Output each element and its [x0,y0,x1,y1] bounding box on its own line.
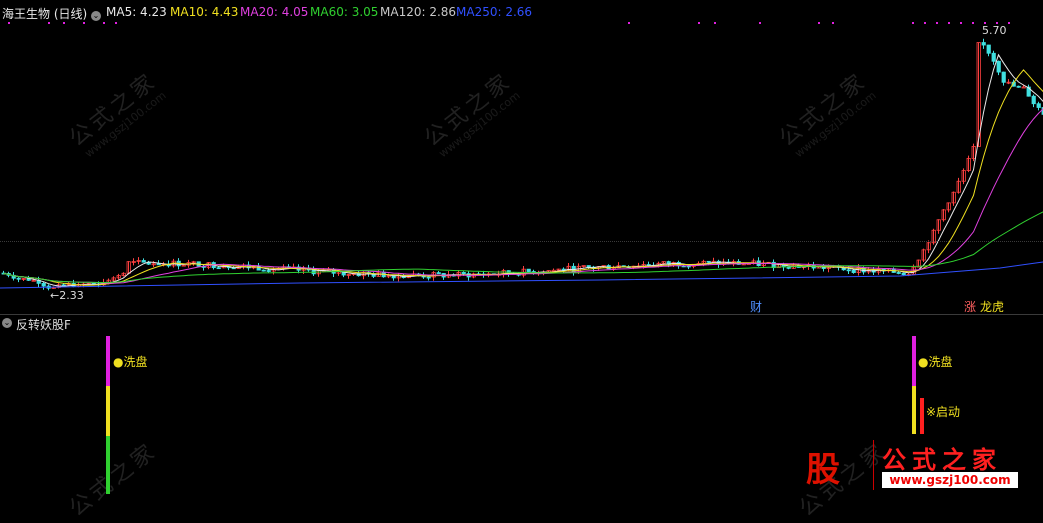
candle-body [157,264,160,265]
candle-body [262,270,265,271]
candle-body [17,278,20,279]
candle-body [707,261,710,262]
panel-divider[interactable] [0,314,1043,315]
candle-body [992,53,995,61]
signal-dot [912,22,914,24]
dragon-tiger-marker[interactable]: 龙虎 [980,298,1004,315]
signal-dot [960,22,962,24]
signal-dot [714,22,716,24]
signal-dot [924,22,926,24]
candle-body [897,272,900,273]
candle-body [1022,87,1025,88]
candle-body [1017,86,1020,87]
signal-dot [1008,22,1010,24]
wash-signal-label: ●洗盘 [113,353,147,370]
candle-body [42,283,45,286]
ma20-line [4,109,1043,284]
signal-bar [912,336,916,386]
ma10-line [4,70,1043,285]
candle-body [462,272,465,273]
signal-dot [972,22,974,24]
candle-body [142,260,145,262]
logo-text: 公式之家 [882,440,1002,475]
candle-body [552,270,555,271]
start-signal-label: ※启动 [926,403,960,420]
signal-dot [698,22,700,24]
site-logo: 股 公式之家 www.gszj100.com [800,436,1043,494]
candle-body [847,270,850,271]
signal-dot [628,22,630,24]
candle-body [437,273,440,274]
candle-body [997,61,1000,72]
signal-dot [63,22,65,24]
signal-dot [759,22,761,24]
ma5-line [4,55,1043,286]
finance-marker[interactable]: 财 [750,298,762,315]
indicator-title: 反转妖股F [16,316,71,333]
limit-up-marker[interactable]: 涨 [964,298,976,315]
signal-bar [106,436,110,494]
candle-body [587,266,590,267]
candle-body [982,43,985,46]
signal-bar [912,386,916,434]
candle-body [527,269,530,271]
high-price-label: 5.70 [982,24,1007,37]
indicator-toggle-icon[interactable]: ⌄ [2,318,12,328]
signal-dot [818,22,820,24]
signal-dot [83,22,85,24]
candle-body [1032,96,1035,104]
logo-separator [873,440,874,490]
candle-body [1002,72,1005,82]
signal-dot [103,22,105,24]
low-price-label: ←2.33 [50,289,84,302]
signal-bar [920,398,924,434]
signal-dot [948,22,950,24]
candle-body [217,268,220,269]
signal-dot [832,22,834,24]
logo-url: www.gszj100.com [882,472,1018,488]
candle-body [902,273,905,274]
signal-dot [936,22,938,24]
candle-body [267,270,270,271]
signal-dot [8,22,10,24]
signal-bar [106,386,110,436]
logo-badge: 股 [806,442,864,488]
wash-signal-label: ●洗盘 [918,353,952,370]
grid-line [0,241,1043,242]
candle-body [1037,104,1040,108]
candle-body [852,270,855,272]
candlestick-chart[interactable] [0,0,1043,494]
signal-bar [106,336,110,386]
candle-body [427,277,430,278]
signal-dot [115,22,117,24]
signal-dot [48,22,50,24]
candle-body [987,45,990,53]
